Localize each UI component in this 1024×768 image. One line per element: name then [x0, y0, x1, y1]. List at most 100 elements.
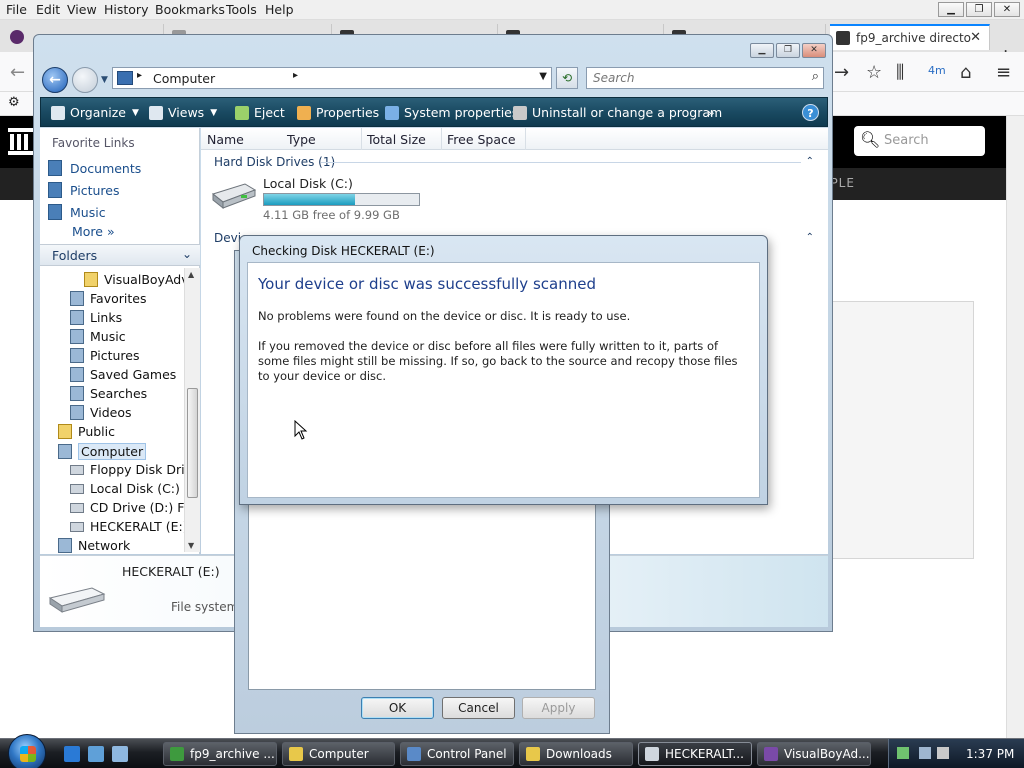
search-icon[interactable]: ⌕: [812, 69, 819, 84]
more-links-button[interactable]: More »: [72, 224, 115, 239]
collapse-group-icon[interactable]: ⌃: [806, 156, 814, 167]
column-type[interactable]: Type: [287, 132, 316, 147]
forward-button[interactable]: [72, 67, 98, 93]
column-free-space[interactable]: Free Space: [447, 132, 516, 147]
favorite-link-documents[interactable]: Documents: [48, 160, 141, 176]
volume-muted-icon[interactable]: [937, 747, 949, 759]
local-disk-c-name[interactable]: Local Disk (C:): [263, 176, 353, 191]
column-divider[interactable]: [525, 128, 526, 150]
hamburger-menu-icon[interactable]: ≡: [996, 62, 1011, 83]
breadcrumb-computer[interactable]: Computer: [153, 71, 215, 86]
maximize-button[interactable]: ❐: [776, 43, 800, 58]
switch-windows-icon[interactable]: [112, 746, 128, 762]
taskbar-button[interactable]: Computer: [282, 742, 395, 766]
folder-tree-item[interactable]: Computer: [58, 443, 147, 460]
favorite-link-music[interactable]: Music: [48, 204, 106, 220]
address-bar[interactable]: ▸ Computer ▸ ▼: [112, 67, 552, 89]
chevron-right-icon[interactable]: ▸: [137, 70, 142, 81]
folder-tree-label: Music: [90, 329, 126, 344]
eject-button[interactable]: Eject: [235, 105, 285, 120]
minimize-button[interactable]: ▁: [750, 43, 774, 58]
library-icon[interactable]: ⫼: [896, 62, 904, 83]
menu-view[interactable]: View: [67, 2, 97, 17]
group-hard-disk-drives[interactable]: Hard Disk Drives (1): [214, 155, 335, 169]
page-scrollbar[interactable]: [1006, 116, 1024, 738]
maximize-button[interactable]: ❐: [966, 2, 992, 17]
taskbar-button[interactable]: VisualBoyAd...: [757, 742, 871, 766]
refresh-button[interactable]: ⟲: [556, 67, 578, 89]
column-divider[interactable]: [441, 128, 442, 150]
menu-help[interactable]: Help: [265, 2, 294, 17]
folder-tree-item[interactable]: Pictures: [70, 348, 140, 363]
scroll-down-icon[interactable]: ▼: [188, 541, 194, 550]
clock[interactable]: 1:37 PM: [966, 747, 1014, 761]
forward-arrow-icon[interactable]: →: [834, 62, 849, 83]
toolbar-overflow-button[interactable]: »: [707, 105, 715, 120]
site-search-input[interactable]: 🔍︎ Search: [854, 126, 985, 156]
hard-disk-icon[interactable]: [211, 180, 257, 210]
scroll-thumb[interactable]: [187, 388, 198, 498]
collapse-group-icon[interactable]: ⌃: [806, 232, 814, 243]
favorite-link-pictures[interactable]: Pictures: [48, 182, 120, 198]
browser-tab-active[interactable]: fp9_archive directo ✕: [830, 24, 990, 50]
back-arrow-icon[interactable]: ←: [10, 62, 25, 83]
show-desktop-icon[interactable]: [88, 746, 104, 762]
internet-explorer-icon[interactable]: [64, 746, 80, 762]
system-properties-icon: [385, 105, 399, 120]
folder-tree-item[interactable]: Music: [70, 329, 126, 344]
folder-tree-item[interactable]: VisualBoyAdva: [84, 272, 196, 287]
taskbar-button[interactable]: Control Panel: [400, 742, 514, 766]
folder-tree-item[interactable]: Local Disk (C:): [70, 481, 180, 496]
start-button[interactable]: [8, 734, 46, 768]
address-dropdown-icon[interactable]: ▼: [539, 71, 547, 82]
folder-tree-item[interactable]: HECKERALT (E:): [70, 519, 188, 534]
close-button[interactable]: ✕: [994, 2, 1020, 17]
system-properties-button[interactable]: System properties: [385, 105, 518, 120]
ok-button[interactable]: OK: [361, 697, 434, 719]
network-icon[interactable]: [919, 747, 931, 759]
organize-button[interactable]: Organize ▼: [51, 105, 139, 120]
scroll-up-icon[interactable]: ▲: [188, 270, 194, 279]
taskbar-button[interactable]: HECKERALT...: [638, 742, 752, 766]
folder-icon: [70, 367, 84, 382]
folder-tree-item[interactable]: Videos: [70, 405, 132, 420]
cancel-button[interactable]: Cancel: [442, 697, 515, 719]
chevron-right-icon[interactable]: ▸: [293, 70, 298, 81]
uninstall-program-button[interactable]: Uninstall or change a program: [513, 105, 722, 120]
search-input[interactable]: Search ⌕: [586, 67, 824, 89]
menu-edit[interactable]: Edit: [36, 2, 60, 17]
views-button[interactable]: Views ▼: [149, 105, 217, 120]
column-divider[interactable]: [361, 128, 362, 150]
gear-icon[interactable]: ⚙: [8, 95, 20, 110]
folder-tree-item[interactable]: CD Drive (D:) FG.: [70, 500, 198, 515]
folder-tree-item[interactable]: Saved Games: [70, 367, 176, 382]
folder-tree-scrollbar[interactable]: ▲ ▼: [184, 268, 200, 552]
folder-tree-item[interactable]: Network: [58, 538, 130, 553]
folder-tree-item[interactable]: Public: [58, 424, 115, 439]
folder-tree-item[interactable]: Favorites: [70, 291, 146, 306]
menu-bookmarks[interactable]: Bookmarks: [155, 2, 225, 17]
extension-icon[interactable]: 4m: [928, 64, 946, 77]
taskbar-button[interactable]: Downloads: [519, 742, 633, 766]
close-tab-icon[interactable]: ✕: [970, 30, 981, 45]
home-icon[interactable]: ⌂: [960, 62, 971, 83]
properties-button[interactable]: Properties: [297, 105, 379, 120]
menu-history[interactable]: History: [104, 2, 148, 17]
folder-tree-item[interactable]: Links: [70, 310, 122, 325]
folder-tree-item[interactable]: Floppy Disk Drive: [70, 462, 200, 477]
recent-pages-dropdown-icon[interactable]: ▼: [101, 75, 108, 85]
minimize-button[interactable]: ▁: [938, 2, 964, 17]
star-icon[interactable]: ☆: [866, 62, 882, 83]
taskbar-button[interactable]: fp9_archive ...: [163, 742, 277, 766]
archive-logo-icon[interactable]: [8, 126, 34, 156]
column-total-size[interactable]: Total Size: [367, 132, 426, 147]
safely-remove-icon[interactable]: [897, 747, 909, 759]
menu-tools[interactable]: Tools: [226, 2, 257, 17]
folder-tree-item[interactable]: Searches: [70, 386, 147, 401]
folders-header[interactable]: Folders ⌄: [40, 244, 200, 266]
help-icon[interactable]: ?: [802, 104, 819, 121]
back-button[interactable]: ←: [42, 67, 68, 93]
menu-file[interactable]: File: [6, 2, 27, 17]
close-button[interactable]: ✕: [802, 43, 826, 58]
column-name[interactable]: Name: [207, 132, 244, 147]
